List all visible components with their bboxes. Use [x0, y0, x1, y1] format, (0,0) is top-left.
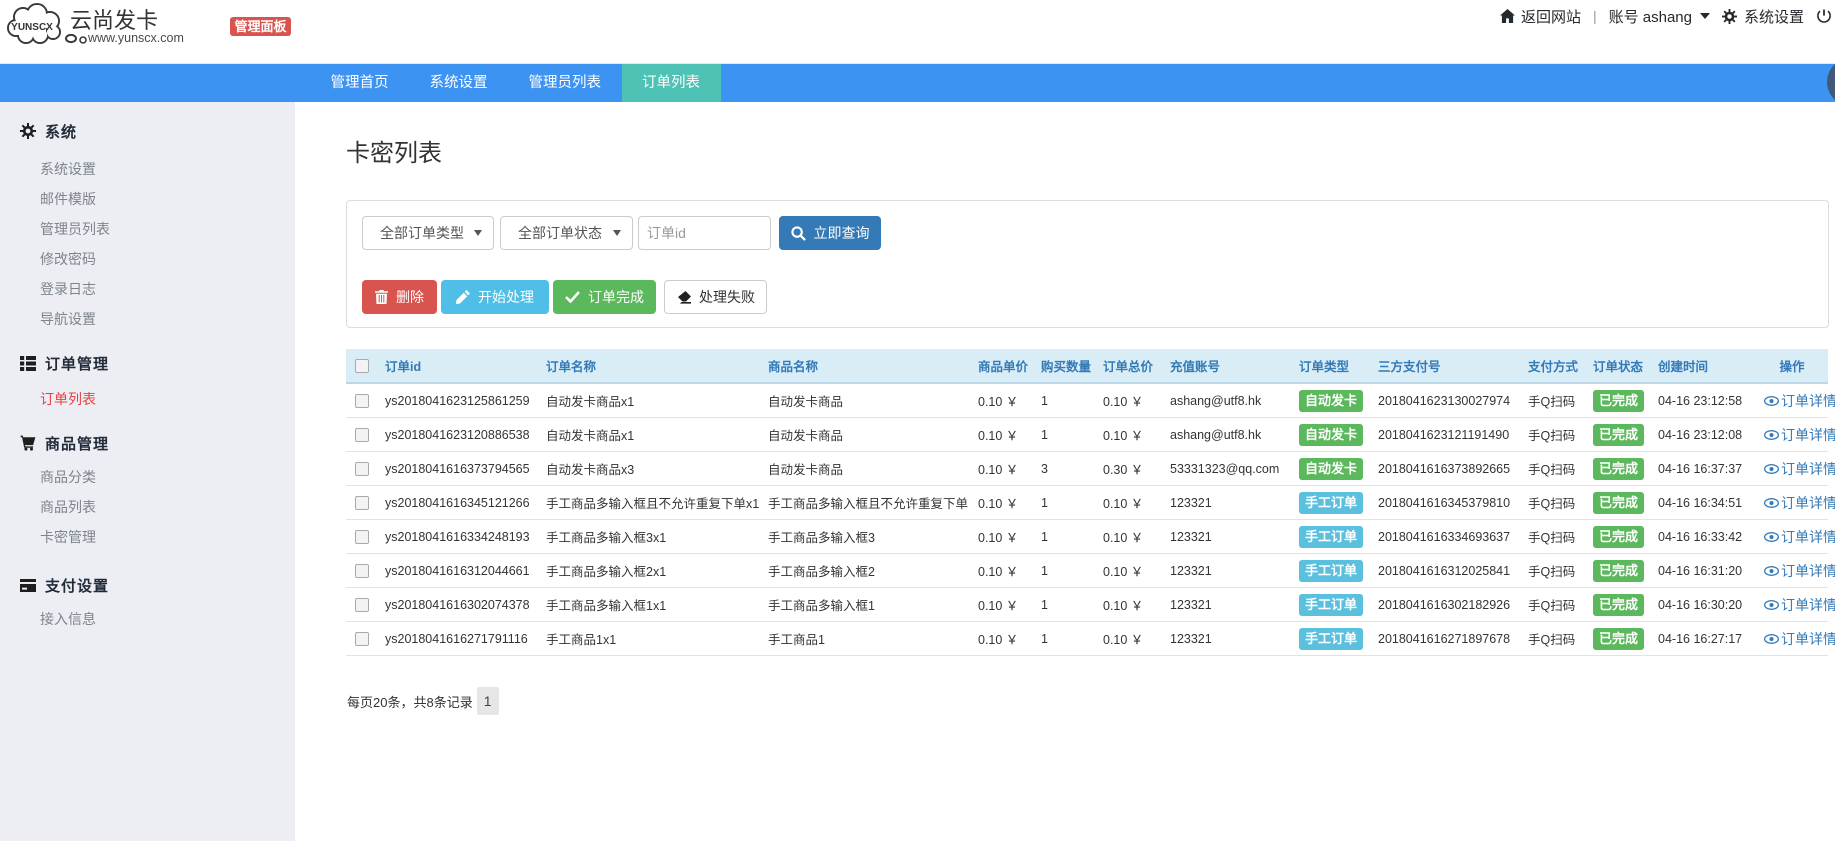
svg-text:YUNSCX: YUNSCX: [11, 22, 53, 33]
